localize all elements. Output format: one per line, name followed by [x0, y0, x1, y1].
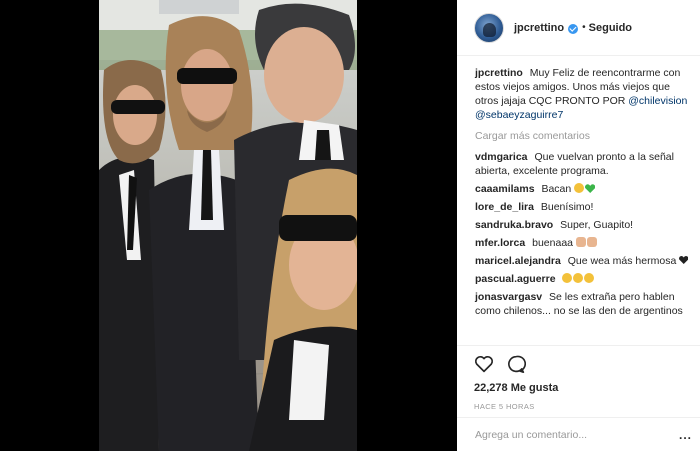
likes-count[interactable]: 22,278 Me gusta: [474, 382, 700, 394]
comment: lore_de_lira Buenísimo!: [475, 200, 695, 214]
comment: sandruka.bravo Super, Guapito!: [475, 218, 695, 232]
comment: caaamilams Bacan: [475, 182, 695, 196]
clap-emoji-icon: [575, 237, 586, 247]
follow-status-button[interactable]: Seguido: [589, 22, 632, 34]
green-heart-emoji-icon: [585, 184, 595, 193]
verified-icon: [568, 23, 579, 34]
comment: mfer.lorca buenaaa: [475, 236, 695, 250]
post-header: jpcrettino • Seguido: [457, 0, 700, 56]
comment-username[interactable]: sandruka.bravo: [475, 219, 553, 231]
caption-username[interactable]: jpcrettino: [475, 67, 523, 79]
comment-username[interactable]: lore_de_lira: [475, 201, 534, 213]
comment-text: buenaaa: [532, 237, 574, 249]
add-comment-bar: ...: [457, 417, 700, 451]
comment-text: Super, Guapito!: [560, 219, 634, 231]
comment-text: Bacan: [541, 183, 572, 195]
photo-illustration: [99, 0, 357, 451]
comment-username[interactable]: pascual.aguerre: [475, 273, 556, 285]
comments-list: jpcrettino Muy Feliz de reencontrarme co…: [475, 66, 695, 322]
comment-username[interactable]: vdmgarica: [475, 151, 528, 163]
comment-username[interactable]: maricel.alejandra: [475, 255, 561, 267]
header-username[interactable]: jpcrettino: [514, 22, 564, 34]
comment-username[interactable]: caaamilams: [475, 183, 535, 195]
clap-emoji-icon: [586, 237, 597, 247]
separator-dot: •: [582, 22, 586, 33]
comment: jonasvargasv Se les extraña pero hablen …: [475, 290, 695, 318]
comment: pascual.aguerre: [475, 272, 695, 286]
comment-text: Que wea más hermosa: [567, 255, 677, 267]
instagram-post-modal: jpcrettino • Seguido jpcrettino Muy Feli…: [0, 0, 700, 451]
black-heart-emoji-icon: [679, 256, 688, 264]
post-timestamp: HACE 5 HORAS: [474, 402, 535, 411]
comment-text: Buenísimo!: [540, 201, 594, 213]
comment-icon[interactable]: [506, 355, 526, 373]
ok-hand-emoji-icon: [562, 273, 573, 283]
mention-link[interactable]: @sebaeyzaguirre7: [475, 109, 563, 121]
post-caption: jpcrettino Muy Feliz de reencontrarme co…: [475, 66, 695, 122]
comment: maricel.alejandra Que wea más hermosa: [475, 254, 695, 268]
comment: vdmgarica Que vuelvan pronto a la señal …: [475, 150, 695, 178]
mention-link[interactable]: @chilevision: [628, 95, 687, 107]
heart-icon[interactable]: [474, 355, 494, 373]
more-options-icon[interactable]: ...: [679, 428, 692, 442]
comment-username[interactable]: jonasvargasv: [475, 291, 542, 303]
add-comment-input[interactable]: [475, 428, 655, 441]
avatar[interactable]: [474, 12, 504, 43]
load-more-comments-link[interactable]: Cargar más comentarios: [475, 129, 695, 143]
ok-hand-emoji-icon: [584, 273, 595, 283]
comment-username[interactable]: mfer.lorca: [475, 237, 525, 249]
ok-hand-emoji-icon: [573, 273, 584, 283]
post-photo[interactable]: [99, 0, 357, 451]
post-actions: 22,278 Me gusta HACE 5 HORAS: [457, 345, 700, 425]
post-side-panel: jpcrettino • Seguido jpcrettino Muy Feli…: [457, 0, 700, 451]
clapping-emoji-icon: [574, 183, 585, 193]
